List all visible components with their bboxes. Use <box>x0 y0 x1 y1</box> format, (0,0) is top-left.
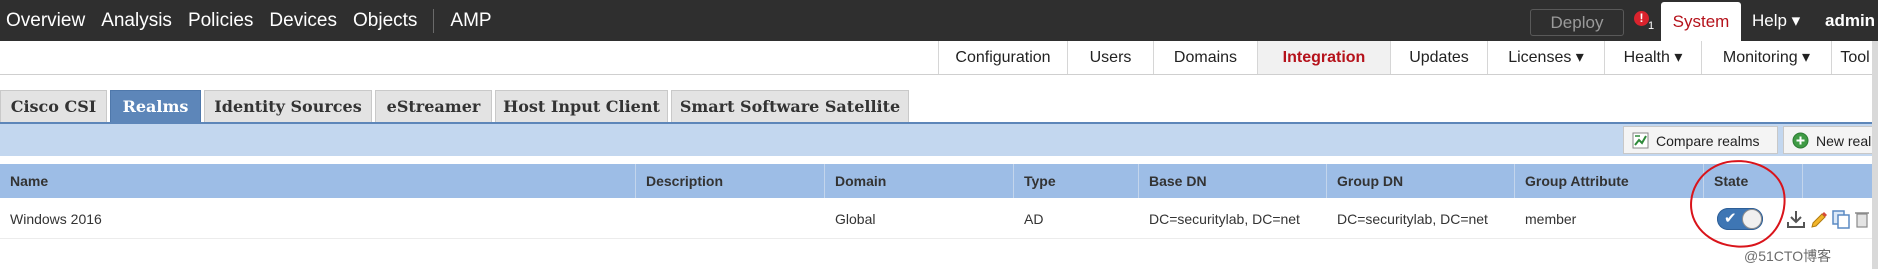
tab-estreamer[interactable]: eStreamer <box>375 90 492 122</box>
col-actions <box>1803 164 1878 198</box>
top-bar: Overview Analysis Policies Devices Objec… <box>0 0 1878 41</box>
watermark: @51CTO博客 <box>1744 248 1832 264</box>
cell-group-attribute: member <box>1525 211 1577 227</box>
col-type[interactable]: Type <box>1014 164 1139 198</box>
compare-icon <box>1632 132 1649 149</box>
subnav-domains[interactable]: Domains <box>1153 41 1257 74</box>
help-menu[interactable]: Help ▾ <box>1752 0 1800 41</box>
col-name[interactable]: Name <box>0 164 636 198</box>
tab-smart-software-satellite[interactable]: Smart Software Satellite <box>671 90 909 122</box>
edit-pencil-icon[interactable] <box>1809 209 1829 229</box>
delete-icon[interactable] <box>1855 209 1869 229</box>
user-menu[interactable]: admin <box>1825 0 1875 41</box>
new-realm-button[interactable]: New real <box>1783 126 1878 154</box>
subnav-updates[interactable]: Updates <box>1390 41 1487 74</box>
tab-identity-sources[interactable]: Identity Sources <box>204 90 372 122</box>
nav-overview[interactable]: Overview <box>0 0 93 41</box>
nav-analysis[interactable]: Analysis <box>93 0 180 41</box>
nav-policies[interactable]: Policies <box>180 0 261 41</box>
subnav-configuration[interactable]: Configuration <box>938 41 1067 74</box>
realms-table-header: Name Description Domain Type Base DN Gro… <box>0 164 1878 198</box>
nav-objects[interactable]: Objects <box>345 0 425 41</box>
col-domain[interactable]: Domain <box>825 164 1014 198</box>
subnav-licenses[interactable]: Licenses ▾ <box>1487 41 1604 74</box>
subnav-users[interactable]: Users <box>1067 41 1153 74</box>
col-description[interactable]: Description <box>636 164 825 198</box>
col-base-dn[interactable]: Base DN <box>1139 164 1327 198</box>
cell-name: Windows 2016 <box>10 211 102 227</box>
cell-description <box>636 200 825 238</box>
nav-devices[interactable]: Devices <box>261 0 345 41</box>
subnav-health[interactable]: Health ▾ <box>1604 41 1701 74</box>
system-subnav: Configuration Users Domains Integration … <box>0 41 1878 75</box>
cell-base-dn: DC=securitylab, DC=net <box>1149 211 1300 227</box>
tab-cisco-csi[interactable]: Cisco CSI <box>0 90 107 122</box>
cell-type: AD <box>1024 211 1044 227</box>
subnav-tools[interactable]: Tool <box>1831 41 1878 74</box>
primary-nav: Overview Analysis Policies Devices Objec… <box>0 0 500 41</box>
alert-icon[interactable]: ! <box>1634 11 1649 26</box>
deploy-button[interactable]: Deploy <box>1530 9 1624 36</box>
new-realm-label: New real <box>1816 133 1872 149</box>
subnav-monitoring[interactable]: Monitoring ▾ <box>1701 41 1831 74</box>
subnav-integration[interactable]: Integration <box>1257 41 1390 74</box>
cell-domain: Global <box>835 211 876 227</box>
col-group-dn[interactable]: Group DN <box>1327 164 1515 198</box>
realms-toolbar: Compare realms New real <box>0 122 1878 156</box>
compare-realms-button[interactable]: Compare realms <box>1623 126 1778 154</box>
cell-group-dn: DC=securitylab, DC=net <box>1337 211 1488 227</box>
nav-divider <box>433 8 435 33</box>
vertical-scrollbar[interactable] <box>1872 41 1878 269</box>
tab-host-input-client[interactable]: Host Input Client <box>495 90 668 122</box>
table-row[interactable]: Windows 2016 Global AD DC=securitylab, D… <box>0 200 1878 239</box>
copy-icon[interactable] <box>1831 209 1851 229</box>
tab-realms[interactable]: Realms <box>110 90 201 122</box>
compare-realms-label: Compare realms <box>1656 133 1760 149</box>
col-group-attribute[interactable]: Group Attribute <box>1515 164 1704 198</box>
download-icon[interactable] <box>1786 209 1806 229</box>
alert-count: 1 <box>1648 20 1655 32</box>
nav-amp[interactable]: AMP <box>442 0 499 41</box>
add-icon <box>1792 132 1809 149</box>
nav-system[interactable]: System <box>1661 2 1741 41</box>
